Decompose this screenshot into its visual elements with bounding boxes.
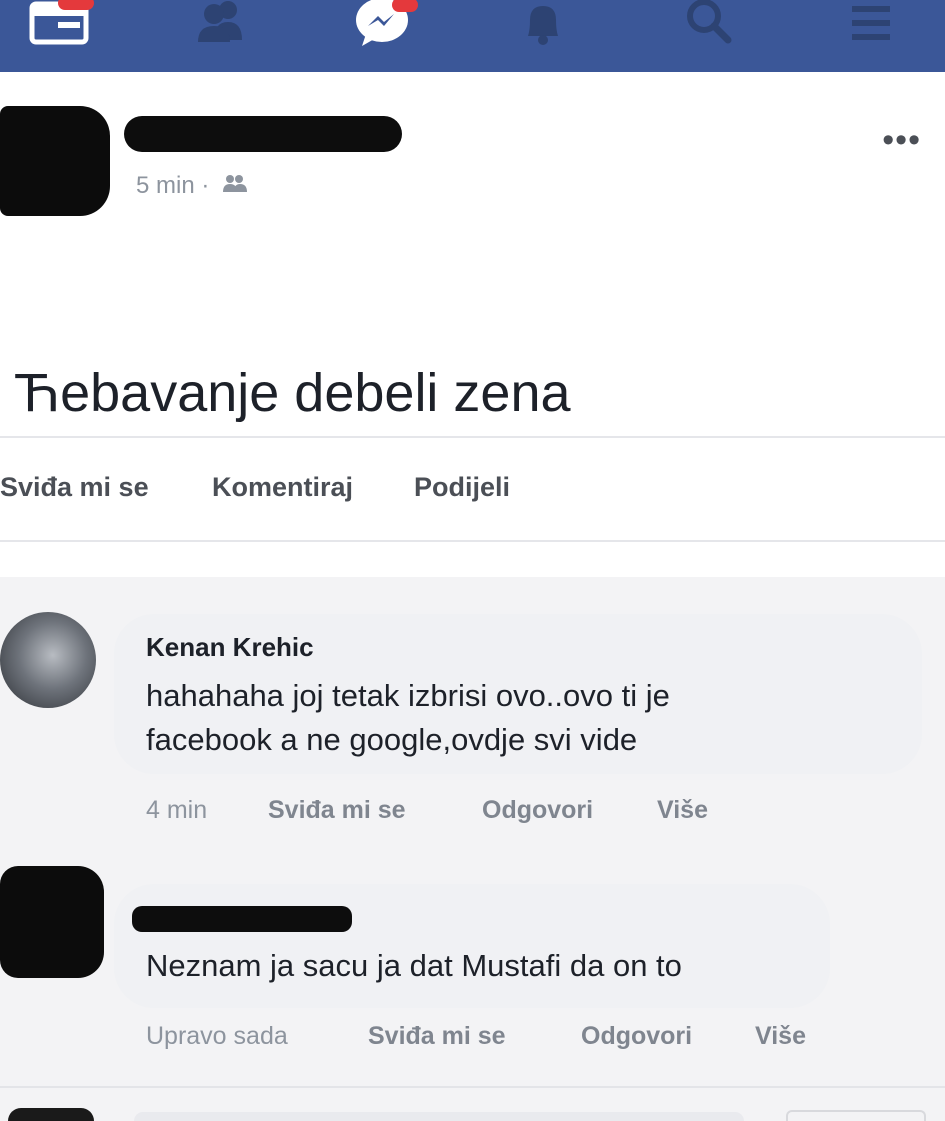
- comment-like-link[interactable]: Sviđa mi se: [268, 796, 406, 825]
- bottom-divider: [0, 1086, 945, 1088]
- friends-icon[interactable]: [190, 0, 252, 48]
- post-divider-top: [0, 436, 945, 438]
- messenger-badge: [392, 0, 418, 12]
- comment-button[interactable]: Komentiraj: [212, 472, 353, 503]
- comment-reply-link[interactable]: Odgovori: [482, 796, 593, 825]
- feed-badge: [58, 0, 94, 10]
- comment-text-line-1: hahahaha joj tetak izbrisi ovo..ovo ti j…: [146, 678, 670, 713]
- next-comment-box-partial: [786, 1110, 926, 1121]
- notifications-icon[interactable]: [518, 0, 568, 48]
- author-name-redacted: [124, 116, 402, 152]
- post-options-icon[interactable]: •••: [882, 123, 921, 157]
- post-card: 5 min · ••• Ћebavanje debeli zena Sviđa …: [0, 72, 945, 577]
- like-button[interactable]: Sviđa mi se: [0, 472, 149, 503]
- comment-avatar-redacted: [0, 866, 104, 978]
- comment-time: Upravo sada: [146, 1022, 288, 1050]
- share-button[interactable]: Podijeli: [414, 472, 510, 503]
- next-comment-bubble-partial: [134, 1112, 744, 1121]
- search-icon[interactable]: [680, 0, 736, 48]
- next-comment-avatar-partial: [8, 1108, 94, 1121]
- meta-separator: ·: [201, 172, 210, 199]
- comment-text: Neznam ja sacu ja dat Mustafi da on to: [146, 948, 682, 983]
- comment-like-link[interactable]: Sviđa mi se: [368, 1022, 506, 1051]
- top-navigation-bar: [0, 0, 945, 72]
- comment-author[interactable]: Kenan Krehic: [146, 632, 314, 663]
- post-text: Ћebavanje debeli zena: [14, 363, 571, 423]
- comment-more-link[interactable]: Više: [657, 796, 708, 825]
- post-meta: 5 min ·: [136, 172, 248, 201]
- author-avatar-redacted: [0, 106, 110, 216]
- menu-icon[interactable]: [846, 0, 896, 48]
- feed-icon[interactable]: [28, 0, 94, 48]
- comment-text-line-2: facebook a ne google,ovdje svi vide: [146, 722, 638, 757]
- comment-author-redacted: [132, 906, 352, 932]
- friends-audience-icon: [222, 173, 248, 201]
- post-time: 5 min: [136, 172, 195, 199]
- post-divider-bottom: [0, 540, 945, 542]
- messenger-icon[interactable]: [352, 0, 418, 48]
- comment-time: 4 min: [146, 796, 208, 824]
- comment-avatar[interactable]: [0, 612, 96, 708]
- comment-more-link[interactable]: Više: [755, 1022, 806, 1051]
- comment-reply-link[interactable]: Odgovori: [581, 1022, 692, 1051]
